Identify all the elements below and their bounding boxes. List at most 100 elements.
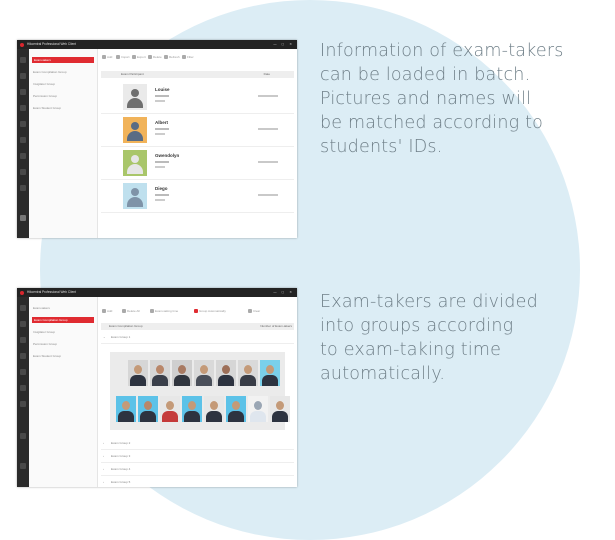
nav-item-compilation-group[interactable]: Exam Compilation Group — [32, 317, 94, 323]
window-controls[interactable]: — ▢ ✕ — [273, 288, 294, 297]
student-photo[interactable] — [182, 396, 202, 422]
column-header-count[interactable]: Number of Exam-takers — [260, 323, 292, 330]
student-photo[interactable] — [216, 360, 236, 386]
clear-button[interactable]: Clear — [248, 309, 260, 314]
group-name: Exam Group 4 — [111, 467, 131, 471]
group-row[interactable]: › Exam Group 5 — [101, 476, 294, 487]
person-icon[interactable] — [20, 321, 26, 327]
group-name: Exam Group 2 — [111, 441, 131, 445]
group-name: Exam Group 1 — [111, 335, 131, 339]
module-icon-bar — [17, 297, 29, 487]
exam-time-button[interactable]: Exam-taking time — [150, 309, 178, 314]
group-icon[interactable] — [20, 89, 26, 95]
nav-item-permission-group[interactable]: Permission Group — [33, 341, 57, 347]
chevron-right-icon[interactable]: › — [103, 450, 104, 462]
export-button[interactable]: Export — [132, 55, 146, 60]
student-photo[interactable] — [160, 396, 180, 422]
nav-item-exam-takers[interactable]: Exam-takers — [33, 305, 50, 311]
nav-item-permission-group[interactable]: Permission Group — [33, 93, 57, 99]
person-name: Albert — [155, 120, 169, 125]
avatar — [123, 117, 147, 143]
student-photo[interactable] — [150, 360, 170, 386]
exam-takers-window: Hikcentral Professional Web Client — ▢ ✕… — [17, 40, 297, 238]
search-icon[interactable] — [20, 169, 26, 175]
chevron-right-icon[interactable]: › — [103, 437, 104, 449]
person-name: Louise — [155, 87, 170, 92]
caption-batch-loading: Information of exam-takers can be loaded… — [320, 41, 564, 157]
delete-button[interactable]: Delete — [148, 55, 162, 60]
nav-panel: Exam-takers Exam Compilation Group Invig… — [29, 49, 98, 238]
filter-button[interactable]: Filter — [182, 55, 194, 60]
window-title: Hikcentral Professional Web Client — [27, 42, 77, 46]
chart-icon[interactable] — [20, 137, 26, 143]
font-icon[interactable] — [20, 215, 26, 221]
column-header-participant[interactable]: Exam Participant — [121, 71, 144, 78]
column-header-group[interactable]: Exam Compilation Group — [109, 323, 143, 330]
person-name: Gwendolyn — [155, 153, 180, 158]
student-photo[interactable] — [128, 360, 148, 386]
home-icon[interactable] — [20, 305, 26, 311]
column-header-date[interactable]: Date — [264, 71, 270, 78]
calendar-icon[interactable] — [20, 105, 26, 111]
nav-item-exam-takers[interactable]: Exam-takers — [32, 57, 94, 63]
module-icon-bar — [17, 49, 29, 238]
student-photo[interactable] — [260, 360, 280, 386]
delete-all-button[interactable]: Delete All — [122, 309, 140, 314]
group-icon[interactable] — [20, 337, 26, 343]
nav-item-student-group[interactable]: Exam Student Group — [33, 353, 61, 359]
main-content: Add Import Export Delete Refresh Filter … — [98, 49, 297, 238]
calendar-icon[interactable] — [20, 353, 26, 359]
chevron-right-icon[interactable]: › — [103, 476, 104, 487]
group-row[interactable]: › Exam Group 2 — [101, 437, 294, 450]
main-content: Add Delete All Exam-taking time Group Au… — [98, 297, 297, 487]
avatar — [123, 150, 147, 176]
exam-groups-window: Hikcentral Professional Web Client — ▢ ✕… — [17, 288, 297, 487]
table-row[interactable]: Gwendolyn — [101, 147, 294, 180]
settings-icon[interactable] — [20, 185, 26, 191]
nav-panel: Exam-takers Exam Compilation Group Invig… — [29, 297, 98, 487]
add-button[interactable]: Add — [102, 55, 112, 60]
table-row[interactable]: Louise — [101, 81, 294, 114]
student-photo[interactable] — [248, 396, 268, 422]
avatar — [123, 183, 147, 209]
student-photo[interactable] — [226, 396, 246, 422]
nav-item-student-group[interactable]: Exam Student Group — [33, 105, 61, 111]
nav-item-compilation-group[interactable]: Exam Compilation Group — [33, 69, 67, 75]
settings-icon[interactable] — [20, 433, 26, 439]
student-photo[interactable] — [116, 396, 136, 422]
refresh-button[interactable]: Refresh — [164, 55, 180, 60]
person-name: Diego — [155, 186, 168, 191]
student-photo[interactable] — [172, 360, 192, 386]
add-button[interactable]: Add — [102, 309, 112, 314]
chevron-right-icon[interactable]: › — [103, 463, 104, 475]
person-icon[interactable] — [20, 73, 26, 79]
avatar — [123, 84, 147, 110]
import-button[interactable]: Import — [116, 55, 130, 60]
group-automatically-button[interactable]: Group Automatically — [194, 309, 226, 314]
table-row[interactable]: Albert — [101, 114, 294, 147]
student-photo[interactable] — [270, 396, 290, 422]
list-icon[interactable] — [20, 121, 26, 127]
group-row[interactable]: › Exam Group 4 — [101, 463, 294, 476]
user-icon[interactable] — [20, 463, 26, 469]
table-row[interactable]: Diego — [101, 180, 294, 213]
list-icon[interactable] — [20, 369, 26, 375]
student-photo[interactable] — [138, 396, 158, 422]
table-header: Exam Compilation Group Number of Exam-ta… — [101, 323, 294, 330]
chart-icon[interactable] — [20, 385, 26, 391]
group-row[interactable]: ⌄ Exam Group 1 — [101, 331, 294, 344]
group-name: Exam Group 3 — [111, 454, 131, 458]
home-icon[interactable] — [20, 57, 26, 63]
student-photo[interactable] — [204, 396, 224, 422]
nav-item-invigilator-group[interactable]: Invigilator Group — [33, 329, 55, 335]
app-logo-icon — [20, 42, 24, 47]
nav-item-invigilator-group[interactable]: Invigilator Group — [33, 81, 55, 87]
student-photo[interactable] — [194, 360, 214, 386]
title-bar: Hikcentral Professional Web Client — ▢ ✕ — [17, 288, 297, 297]
document-icon[interactable] — [20, 153, 26, 159]
chevron-down-icon[interactable]: ⌄ — [103, 331, 106, 343]
document-icon[interactable] — [20, 401, 26, 407]
window-controls[interactable]: — ▢ ✕ — [273, 40, 294, 49]
group-row[interactable]: › Exam Group 3 — [101, 450, 294, 463]
student-photo[interactable] — [238, 360, 258, 386]
